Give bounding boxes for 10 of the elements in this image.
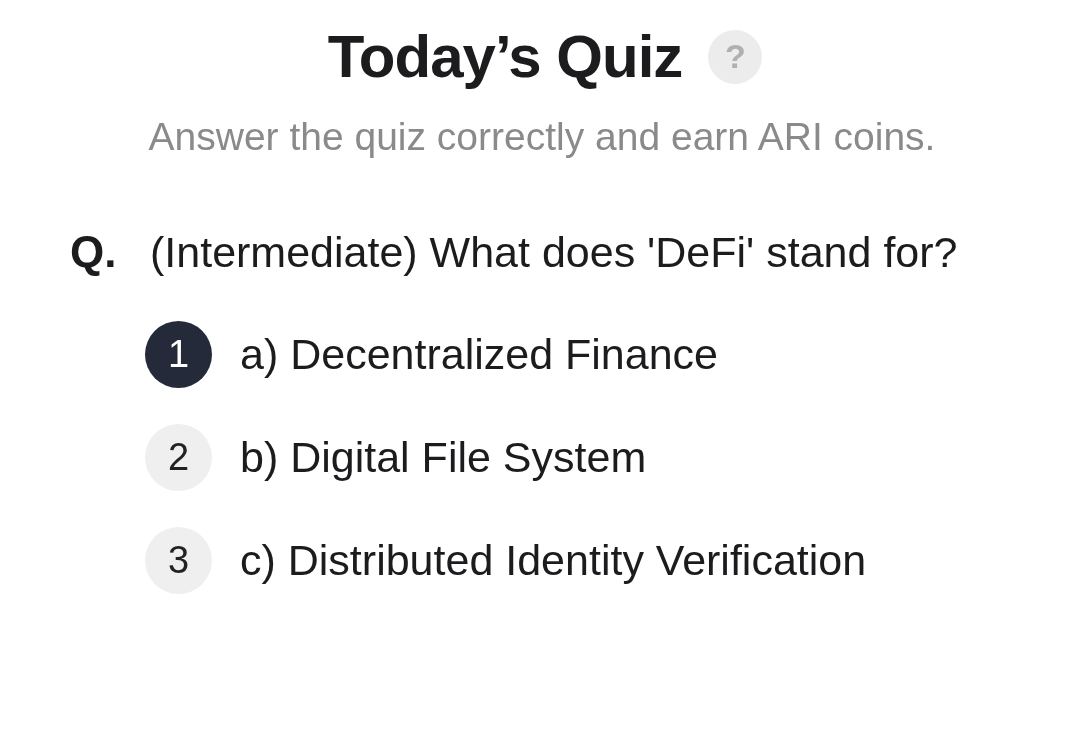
quiz-title: Today’s Quiz <box>327 22 683 91</box>
option-label[interactable]: a) Decentralized Finance <box>240 330 719 379</box>
quiz-subtitle: Answer the quiz correctly and earn ARI coins. <box>147 115 937 159</box>
option-number[interactable]: 2 <box>145 424 212 491</box>
option-label[interactable]: c) Distributed Identity Verification <box>240 536 867 585</box>
question-prefix: Q. <box>70 226 118 278</box>
option-number[interactable]: 1 <box>145 321 212 388</box>
question-text: (Intermediate) What does 'DeFi' stand for? <box>150 227 959 278</box>
option-label[interactable]: b) Digital File System <box>240 433 647 482</box>
option-number[interactable]: 3 <box>145 527 212 594</box>
